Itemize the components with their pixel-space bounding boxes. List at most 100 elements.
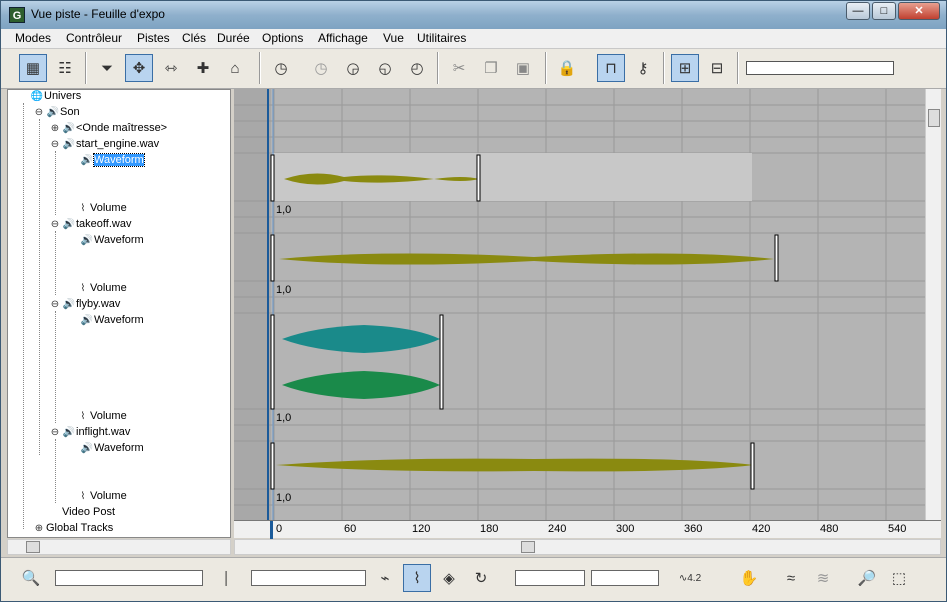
tree-item-video-post[interactable]: Video Post	[62, 506, 115, 520]
maximize-button[interactable]: □	[872, 2, 896, 20]
edit-keys-icon[interactable]: ☷	[51, 54, 79, 82]
tree-item-global-tracks[interactable]: ⊕ Global Tracks	[32, 522, 113, 536]
clip-end-marker[interactable]	[439, 314, 444, 410]
ruler-tick: 360	[684, 523, 703, 535]
copy-icon[interactable]: ❐	[477, 54, 505, 82]
ruler-tick: 480	[820, 523, 839, 535]
clip-end-marker[interactable]	[476, 154, 481, 202]
tree-item-volume[interactable]: ⌇ Volume	[76, 282, 127, 296]
menu-affichage[interactable]: Affichage	[318, 31, 368, 45]
clip-end-marker[interactable]	[774, 234, 779, 282]
curve-icon: ⌇	[80, 491, 86, 502]
tree-item-son[interactable]: ⊖ 🔊Son	[32, 106, 80, 120]
clip-end-marker[interactable]	[750, 442, 755, 490]
time-ruler[interactable]: 0 60 120 180 240 300 360 420 480 540	[234, 520, 941, 539]
tree-item-waveform[interactable]: 🔊Waveform	[80, 314, 144, 328]
selection-set-dropdown[interactable]	[251, 570, 366, 586]
globe-icon: 🌐	[30, 91, 44, 102]
menu-controleur[interactable]: Contrôleur	[66, 31, 122, 45]
tree-item-waveform[interactable]: 🔊Waveform	[80, 153, 145, 168]
tree-item-volume[interactable]: ⌇ Volume	[76, 490, 127, 504]
minimize-button[interactable]: —	[846, 2, 870, 20]
scale-time-icon[interactable]: ◴	[403, 54, 431, 82]
waveform-flyby-left	[282, 325, 440, 353]
move-keys-icon[interactable]: ✥	[125, 54, 153, 82]
bottom-toolbar: 🔍 ⎸ ⌁ ⌇ ◈ ↻ ∿ 4.2 ✋ ≈ ≋ 🔎 ⬚	[1, 557, 946, 601]
tree-item-start-engine[interactable]: ⊖ 🔊start_engine.wav	[48, 138, 159, 152]
tree-horizontal-scrollbar[interactable]	[7, 539, 231, 555]
snap-icon[interactable]: ⌇	[403, 564, 431, 592]
scale-keys-icon[interactable]: ⌂	[221, 54, 249, 82]
menu-vue[interactable]: Vue	[383, 31, 404, 45]
modify-subtree-icon[interactable]: ⊞	[671, 54, 699, 82]
speaker-icon: 🔊	[80, 443, 94, 454]
time-slider[interactable]	[270, 521, 273, 539]
waveform-inflight	[276, 458, 754, 472]
speaker-icon: 🔊	[46, 107, 60, 118]
modify-child-keys-icon[interactable]: ⊟	[703, 54, 731, 82]
scroll-thumb[interactable]	[928, 109, 940, 127]
value-field[interactable]	[591, 570, 659, 586]
tree-item-waveform[interactable]: 🔊Waveform	[80, 234, 144, 248]
menu-options[interactable]: Options	[262, 31, 303, 45]
ruler-tick: 60	[344, 523, 357, 535]
tree-item-univers[interactable]: 🌐Univers	[30, 90, 82, 104]
ruler-tick: 300	[616, 523, 635, 535]
zoom-icon[interactable]: 🔎	[853, 564, 881, 592]
paste-icon[interactable]: ▣	[509, 54, 537, 82]
slide-keys-icon[interactable]: ⇿	[157, 54, 185, 82]
zoom-value-icon[interactable]: ≋	[809, 564, 837, 592]
speaker-icon: 🔊	[62, 123, 76, 134]
track-name-field[interactable]	[55, 570, 203, 586]
tree-item-onde-maitresse[interactable]: ⊕ 🔊<Onde maîtresse>	[48, 122, 167, 136]
filters-funnel-icon[interactable]: ⏷	[93, 54, 121, 82]
zoom-horizontal-icon[interactable]: ≈	[777, 564, 805, 592]
menu-utilitaires[interactable]: Utilitaires	[417, 31, 466, 45]
pan-icon[interactable]: ✋	[735, 564, 763, 592]
track-horizontal-scrollbar[interactable]	[234, 539, 941, 555]
selection-name-field[interactable]	[746, 61, 894, 75]
tree-item-waveform[interactable]: 🔊Waveform	[80, 442, 144, 456]
select-time-icon[interactable]: ◷	[307, 54, 335, 82]
tree-item-takeoff[interactable]: ⊖ 🔊takeoff.wav	[48, 218, 132, 232]
key-mode-icon[interactable]: ⌁	[371, 564, 399, 592]
menu-duree[interactable]: Durée	[217, 31, 250, 45]
menu-pistes[interactable]: Pistes	[137, 31, 170, 45]
reverse-time-icon[interactable]: ◵	[371, 54, 399, 82]
speaker-icon: 🔊	[62, 219, 76, 230]
track-editor[interactable]: 1,0 1,0 1,0 1,0	[234, 89, 941, 520]
scroll-thumb[interactable]	[521, 541, 535, 553]
tree-item-inflight[interactable]: ⊖ 🔊inflight.wav	[48, 426, 131, 440]
tree-item-volume[interactable]: ⌇ Volume	[76, 410, 127, 424]
cut-icon[interactable]: ✂	[445, 54, 473, 82]
insert-time-icon[interactable]: ◷	[267, 54, 295, 82]
speaker-icon: 🔊	[80, 155, 94, 166]
main-toolbar: ▦ ☷ ⏷ ✥ ⇿ ✚ ⌂ ◷ ◷ ◶ ◵ ◴ ✂ ❐ ▣ 🔒 ⊓ ⚷ ⊞ ⊟	[1, 49, 946, 89]
menu-modes[interactable]: Modes	[15, 31, 51, 45]
select-by-name-icon[interactable]: ⎸	[219, 564, 247, 592]
show-keyable-icon[interactable]: ⚷	[629, 54, 657, 82]
scroll-thumb[interactable]	[26, 541, 40, 553]
value-icon[interactable]: ∿ 4.2	[673, 564, 707, 592]
track-canvas: 1,0 1,0 1,0 1,0	[234, 89, 941, 520]
menu-cles[interactable]: Clés	[182, 31, 206, 45]
tree-item-volume[interactable]: ⌇ Volume	[76, 202, 127, 216]
vertical-scrollbar[interactable]	[925, 89, 941, 520]
show-tangents-icon[interactable]: ◈	[435, 564, 463, 592]
snap-frames-icon[interactable]: ⊓	[597, 54, 625, 82]
volume-value: 1,0	[276, 204, 291, 216]
ruler-tick: 420	[752, 523, 771, 535]
tree-item-flyby[interactable]: ⊖ 🔊flyby.wav	[48, 298, 121, 312]
frame-field[interactable]	[515, 570, 585, 586]
window-title: Vue piste - Feuille d'expo	[31, 7, 165, 21]
filter-icon[interactable]: ▦	[19, 54, 47, 82]
controller-tree: 🌐Univers ⊖ 🔊Son ⊕ 🔊<Onde maîtresse> ⊖ 🔊star…	[7, 89, 231, 538]
add-keys-icon[interactable]: ✚	[189, 54, 217, 82]
delete-time-icon[interactable]: ◶	[339, 54, 367, 82]
zoom-region-icon[interactable]: ⬚	[885, 564, 913, 592]
lock-tangents-icon[interactable]: ↻	[467, 564, 495, 592]
lock-selection-icon[interactable]: 🔒	[553, 54, 581, 82]
zoom-selected-icon[interactable]: 🔍	[17, 564, 45, 592]
close-button[interactable]: ✕	[898, 2, 940, 20]
ruler-tick: 180	[480, 523, 499, 535]
